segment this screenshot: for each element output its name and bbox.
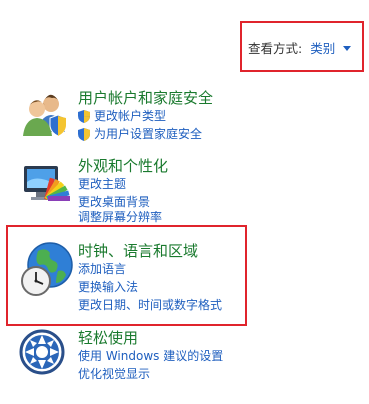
link-label: 更改帐户类型 xyxy=(94,109,167,123)
link-recommended-settings[interactable]: 使用 Windows 建议的设置 xyxy=(78,347,223,365)
link-change-account-type[interactable]: 更改帐户类型 xyxy=(78,107,213,125)
uac-shield-icon xyxy=(78,127,90,141)
appearance-monitor-icon[interactable] xyxy=(18,156,74,210)
link-label: 更改桌面背景 xyxy=(78,195,151,209)
link-label: 更改主题 xyxy=(78,177,127,191)
category-title[interactable]: 用户帐户和家庭安全 xyxy=(78,89,213,107)
link-adjust-resolution[interactable]: 调整屏幕分辨率 xyxy=(78,211,168,223)
link-optimize-visual-display[interactable]: 优化视觉显示 xyxy=(78,365,223,383)
highlight-box-view-by xyxy=(240,21,364,72)
users-icon[interactable] xyxy=(18,88,74,142)
link-family-safety[interactable]: 为用户设置家庭安全 xyxy=(78,125,213,143)
category-title[interactable]: 轻松使用 xyxy=(78,329,223,347)
uac-shield-icon xyxy=(78,109,90,123)
highlight-box-clock-language-region xyxy=(6,225,247,326)
link-label: 为用户设置家庭安全 xyxy=(94,127,203,141)
link-label: 优化视觉显示 xyxy=(78,367,151,381)
link-change-desktop-background[interactable]: 更改桌面背景 xyxy=(78,193,168,211)
link-label: 调整屏幕分辨率 xyxy=(78,211,163,223)
link-label: 使用 Windows 建议的设置 xyxy=(78,349,224,363)
category-title[interactable]: 外观和个性化 xyxy=(78,157,168,175)
ease-of-access-icon[interactable] xyxy=(18,328,74,382)
link-change-theme[interactable]: 更改主题 xyxy=(78,175,168,193)
